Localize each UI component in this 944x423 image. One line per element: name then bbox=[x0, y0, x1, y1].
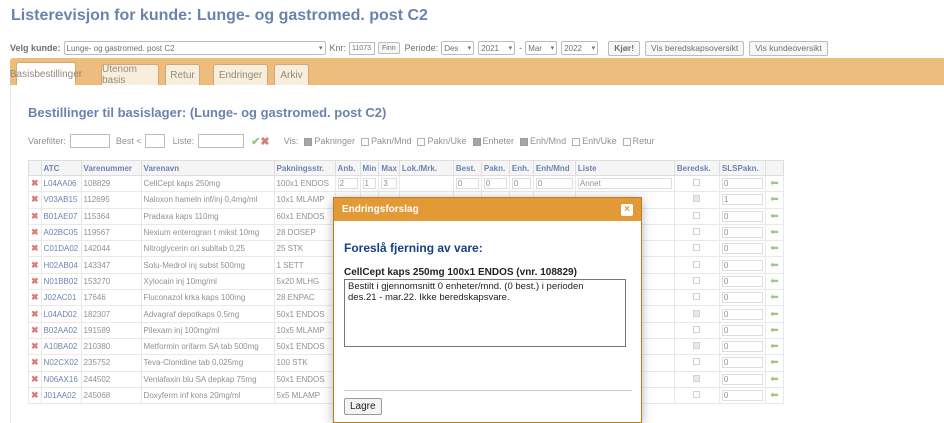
dialog-divider bbox=[344, 390, 632, 391]
comment-textarea[interactable]: Bestilt i gjennomsnitt 0 enheter/mnd. (0… bbox=[344, 279, 626, 347]
endringsforslag-dialog: Endringsforslag × Foreslå fjerning av va… bbox=[333, 197, 642, 423]
dialog-header: Endringsforslag × bbox=[334, 198, 641, 221]
page: Listerevisjon for kunde: Lunge- og gastr… bbox=[0, 0, 944, 423]
lagre-button[interactable]: Lagre bbox=[344, 398, 382, 415]
dialog-product: CellCept kaps 250mg 100x1 ENDOS (vnr. 10… bbox=[344, 267, 577, 278]
close-icon[interactable]: × bbox=[621, 203, 633, 216]
dialog-header-title: Endringsforslag bbox=[342, 204, 419, 215]
dialog-title: Foreslå fjerning av vare: bbox=[344, 241, 483, 255]
